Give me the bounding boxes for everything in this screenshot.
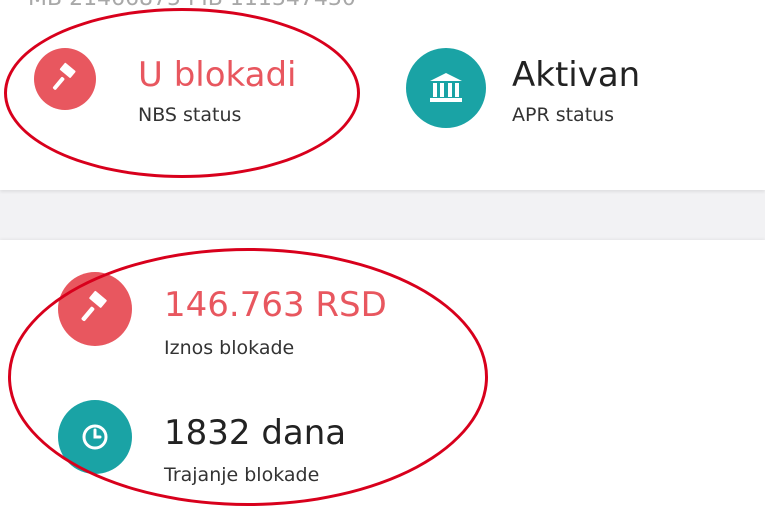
gavel-icon [52, 62, 76, 90]
clock-icon [82, 424, 108, 450]
bank-icon [430, 73, 462, 102]
apr-status-value: Aktivan [512, 55, 641, 95]
blockade-amount-icon-circle [58, 272, 132, 346]
blockade-amount-value: 146.763 RSD [164, 285, 387, 325]
company-ids: MB 21466875 PIB 111347430 [28, 0, 356, 11]
blockade-card: 146.763 RSD Iznos blokade 1832 dana Traj… [0, 240, 765, 510]
blockade-duration-icon-circle [58, 400, 132, 474]
company-status-card: MB 21466875 PIB 111347430 U blokadi NBS … [0, 0, 765, 190]
blockade-duration-value: 1832 dana [164, 413, 347, 453]
nbs-status-value: U blokadi [138, 55, 297, 95]
gavel-icon [81, 290, 107, 322]
blockade-amount-label: Iznos blokade [164, 337, 295, 359]
blockade-duration-label: Trajanje blokade [164, 464, 320, 486]
nbs-status-label: NBS status [138, 104, 242, 126]
apr-status-label: APR status [512, 104, 615, 126]
apr-status-icon-circle [406, 48, 486, 128]
nbs-status-icon-circle [34, 48, 96, 110]
